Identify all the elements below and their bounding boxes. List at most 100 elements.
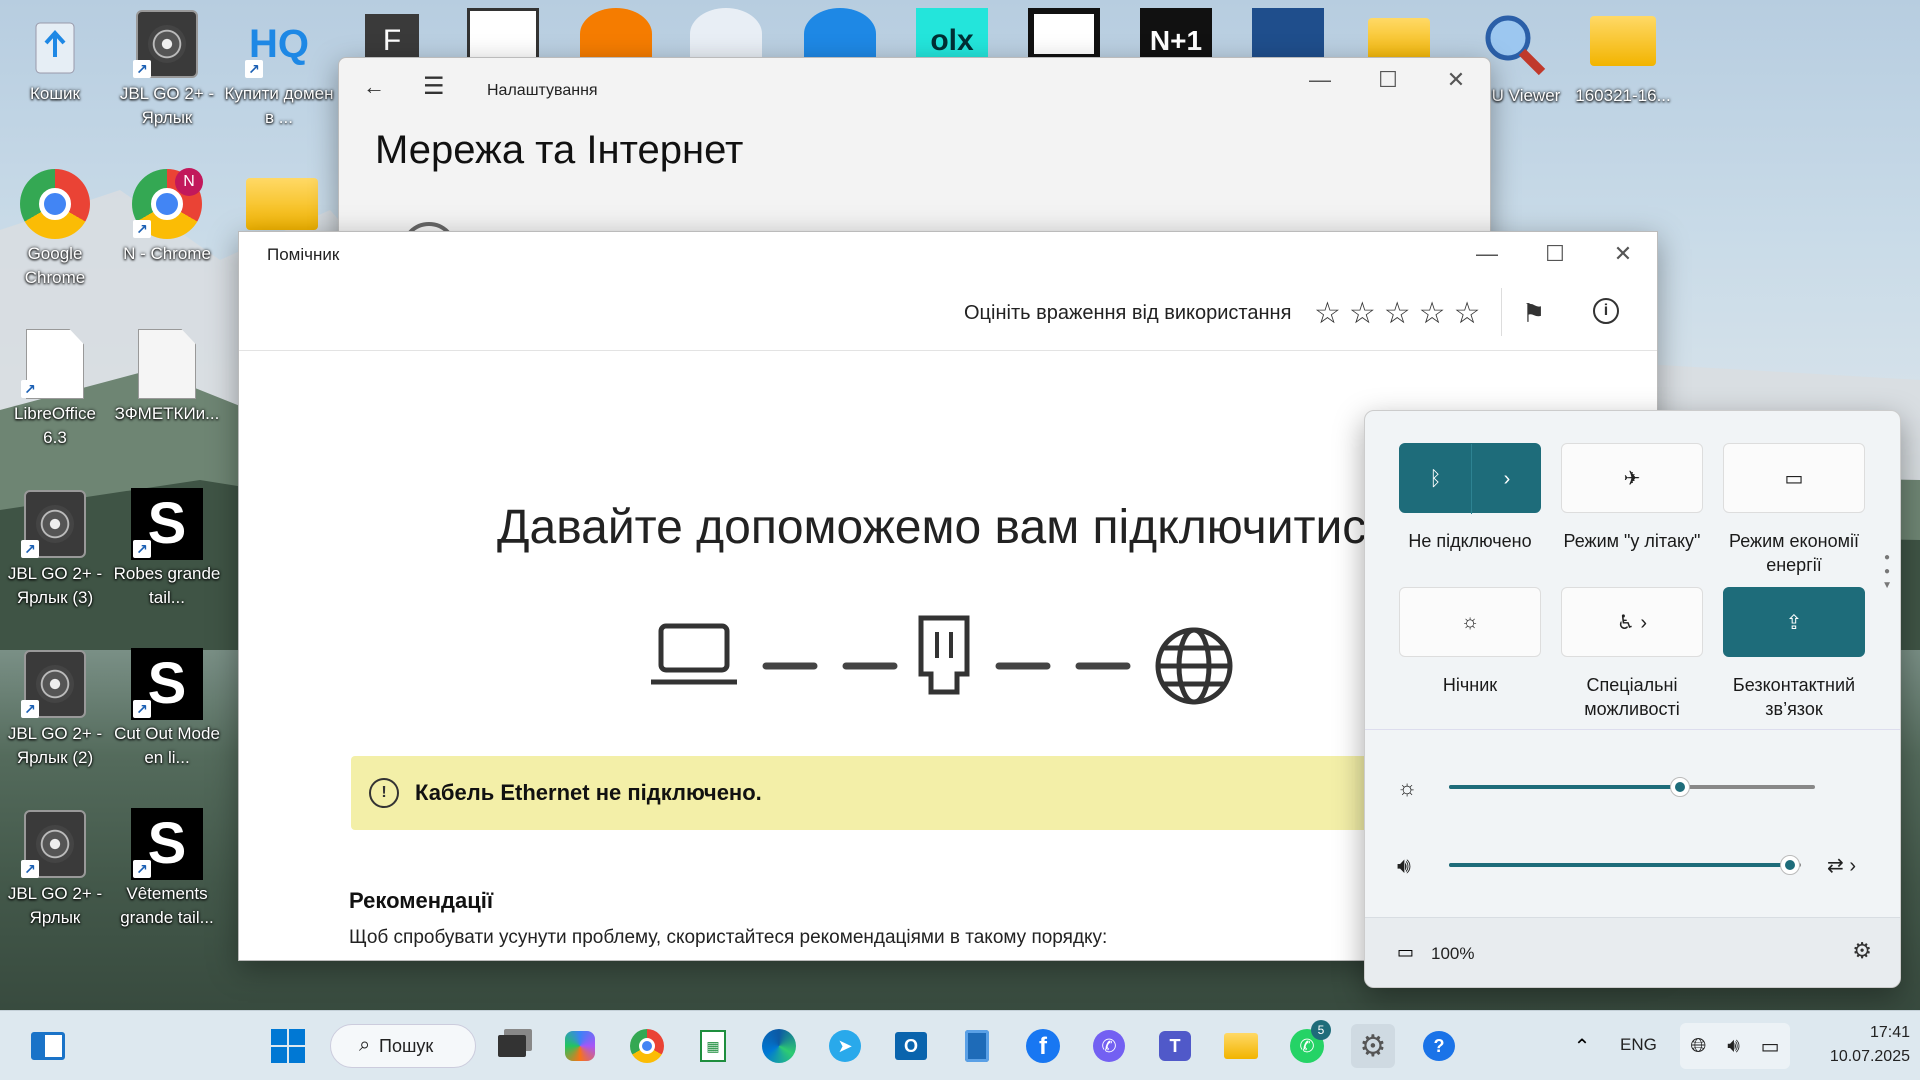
copilot-icon[interactable] (558, 1024, 602, 1068)
desktop-icon-vetements[interactable]: S ↗ Vêtements grande tail... (112, 808, 222, 930)
chrome-taskbar-icon[interactable] (625, 1024, 669, 1068)
n1-icon[interactable]: N+1 (1140, 8, 1212, 60)
speaker-icon: ↗ (19, 808, 91, 880)
desktop-icon-jbl-4[interactable]: ↗ JBL GO 2+ - Ярлык (0, 808, 110, 930)
tower-app-icon[interactable] (467, 8, 539, 60)
tile-label: Спеціальні можливості (1584, 675, 1680, 719)
maximize-button[interactable]: ☐ (1521, 232, 1589, 276)
task-view-icon[interactable] (490, 1024, 534, 1068)
desktop-icon-recycle-bin[interactable]: Кошик (0, 8, 110, 106)
desktop-icon-libreoffice[interactable]: ↗ LibreOffice 6.3 (0, 328, 110, 450)
night-light-icon: ☼ (1460, 610, 1480, 633)
tile-label: Не підключено (1408, 531, 1532, 551)
widgets-icon[interactable] (26, 1024, 70, 1068)
facebook-icon[interactable]: f (1021, 1024, 1065, 1068)
folder-partial-icon[interactable] (246, 178, 318, 230)
chevron-up-icon[interactable]: ⌃ (1560, 1024, 1604, 1068)
tile-label: Нічник (1442, 675, 1498, 695)
laptop-icon (651, 623, 737, 685)
parliament-icon[interactable] (1252, 8, 1324, 60)
desktop-icon-jbl[interactable]: ↗ JBL GO 2+ - Ярлык (112, 8, 222, 130)
clock-date: 10.07.2025 (1829, 1048, 1910, 1065)
share-icon: ⇪ (1785, 611, 1803, 634)
get-help-icon[interactable]: ? (1417, 1024, 1461, 1068)
notepad-icon[interactable] (955, 1024, 999, 1068)
airplane-mode-tile[interactable]: ✈ (1561, 443, 1703, 513)
desktop-icon-cutout[interactable]: S ↗ Cut Out Mode en li... (112, 648, 222, 770)
nearby-share-tile[interactable]: ⇪ (1723, 587, 1865, 657)
search-label: Пошук (379, 1035, 434, 1056)
info-icon[interactable]: i (1593, 298, 1619, 324)
obs-icon[interactable] (690, 8, 762, 60)
feedback-icon[interactable]: ⚑ (1522, 298, 1545, 329)
speaker-icon: ↗ (131, 8, 203, 80)
desktop-icon-notes[interactable]: ЗФМЕТКИи... (112, 328, 222, 426)
chrome-icon (19, 168, 91, 240)
accessibility-tile[interactable]: ♿ › (1561, 587, 1703, 657)
teams-icon[interactable]: T (1153, 1024, 1197, 1068)
language-indicator[interactable]: ENG (1620, 1035, 1657, 1055)
blue-app-icon[interactable] (804, 8, 876, 60)
orange-app-icon[interactable] (580, 8, 652, 60)
maximize-button[interactable]: ☐ (1354, 58, 1422, 102)
page-indicator[interactable]: ● ● ▼ (1882, 551, 1892, 593)
viber-icon[interactable]: ✆ (1087, 1024, 1131, 1068)
folder-icon[interactable] (1590, 16, 1656, 66)
volume-tray-icon: 🔊︎ (1727, 1034, 1740, 1057)
system-tray-group[interactable]: 🌐︎ 🔊︎ ▭ (1680, 1023, 1790, 1069)
search-box[interactable]: ⌕ Пошук (330, 1024, 476, 1068)
start-button[interactable] (266, 1024, 310, 1068)
profile-badge: N (175, 168, 203, 196)
bluetooth-tile[interactable]: ᛒ › (1399, 443, 1542, 514)
spreadsheet-icon[interactable]: ▦ (691, 1024, 735, 1068)
volume-icon: 🔊︎ (1397, 853, 1411, 878)
recommendations-title: Рекомендації (349, 888, 494, 913)
rating-stars[interactable]: ☆☆☆☆☆ (1314, 296, 1488, 331)
desktop-icon-hq[interactable]: HQ ↗ Купити домен в ... (224, 8, 334, 130)
gear-icon[interactable]: ⚙ (1852, 938, 1872, 964)
accessibility-icon: ♿ › (1616, 611, 1648, 634)
search-icon: ⌕ (359, 1034, 371, 1056)
battery-percent[interactable]: 100% (1431, 944, 1474, 964)
quick-settings-panel: ᛒ › Не підключено ✈ Режим "у літаку" ▭ Р… (1364, 410, 1901, 988)
edge-icon[interactable] (757, 1024, 801, 1068)
tile-label: Безконтактний зв’язок (1732, 675, 1856, 719)
brightness-icon: ☼ (1397, 775, 1418, 800)
outlook-icon[interactable]: O (889, 1024, 933, 1068)
menu-icon[interactable]: ☰ (423, 72, 445, 101)
telegram-icon[interactable]: ➤ (823, 1024, 867, 1068)
desktop-icon-jbl-3[interactable]: ↗ JBL GO 2+ - Ярлык (3) (0, 488, 110, 610)
audio-output-icon[interactable]: ⇄ › (1827, 853, 1856, 878)
whatsapp-icon[interactable]: ✆ 5 (1285, 1020, 1331, 1068)
minimize-button[interactable]: — (1453, 232, 1521, 276)
brightness-slider[interactable] (1449, 777, 1815, 797)
settings-window: ← ☰ Налаштування — ☐ ✕ Мережа та Інтерне… (338, 57, 1491, 278)
app-f-icon[interactable]: F (365, 14, 419, 60)
minimize-button[interactable]: — (1286, 58, 1354, 102)
olx-icon[interactable]: olx (916, 8, 988, 60)
folder-icon[interactable] (1368, 18, 1430, 62)
desktop-icon-google-chrome[interactable]: Google Chrome (0, 168, 110, 290)
window-title: Налаштування (487, 82, 598, 99)
settings-taskbar-icon[interactable]: ⚙ (1351, 1024, 1395, 1068)
night-light-tile[interactable]: ☼ (1399, 587, 1541, 657)
battery-tray-icon: ▭ (1760, 1035, 1780, 1058)
desktop-icon-jbl-2[interactable]: ↗ JBL GO 2+ - Ярлык (2) (0, 648, 110, 770)
clock[interactable]: 17:41 10.07.2025 (1800, 1021, 1910, 1069)
desktop-icon-n-chrome[interactable]: N ↗ N - Chrome (112, 168, 222, 266)
back-icon[interactable]: ← (363, 74, 385, 100)
chevron-right-icon[interactable]: › (1472, 444, 1542, 514)
bluetooth-icon[interactable]: ᛒ (1400, 444, 1472, 514)
file-explorer-icon[interactable] (1219, 1024, 1263, 1068)
volume-slider[interactable] (1449, 855, 1801, 875)
speaker-icon: ↗ (19, 648, 91, 720)
document-icon (131, 328, 203, 400)
energy-saver-tile[interactable]: ▭ (1723, 443, 1865, 513)
close-button[interactable]: ✕ (1422, 58, 1490, 102)
warning-icon: ! (369, 778, 399, 808)
notification-badge: 5 (1311, 1020, 1331, 1040)
b-app-icon[interactable] (1028, 8, 1100, 60)
desktop-icon-robes[interactable]: S ↗ Robes grande tail... (112, 488, 222, 610)
close-button[interactable]: ✕ (1589, 232, 1657, 276)
battery-saver-icon: ▭ (1784, 467, 1804, 490)
